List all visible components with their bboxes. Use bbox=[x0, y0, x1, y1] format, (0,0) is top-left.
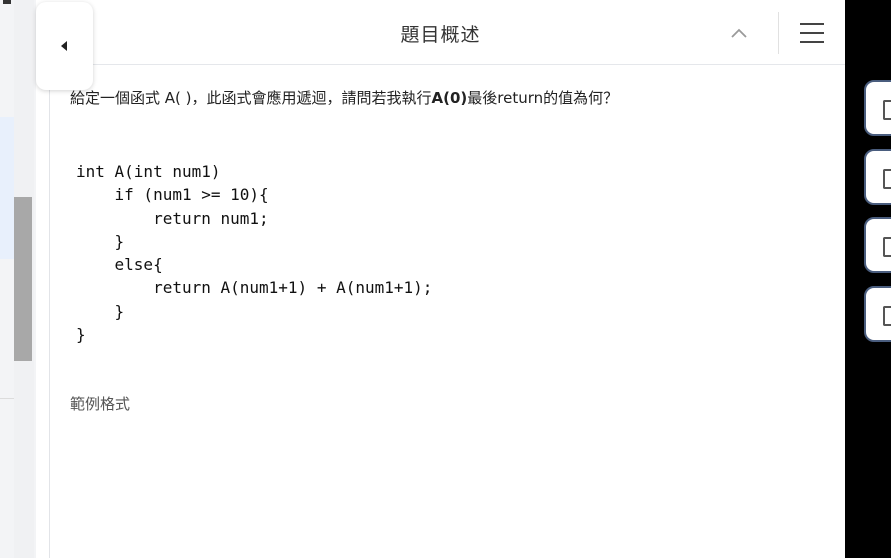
document-icon bbox=[883, 306, 891, 326]
question-text: 給定一個函式 A( )，此函式會應用遞迴，請問若我執行A(0)最後return的… bbox=[70, 87, 618, 108]
code-block: int A(int num1) if (num1 >= 10){ return … bbox=[76, 160, 432, 346]
left-selected-region bbox=[0, 117, 14, 259]
collapse-panel-button[interactable] bbox=[36, 2, 93, 90]
left-divider bbox=[0, 398, 14, 399]
example-format-label: 範例格式 bbox=[70, 395, 131, 413]
code-line: } bbox=[76, 231, 125, 251]
code-line: } bbox=[76, 301, 125, 321]
left-edge-mark bbox=[3, 0, 11, 4]
code-line: int A(int num1) bbox=[76, 162, 221, 181]
panel-header: 題目概述 bbox=[36, 0, 845, 65]
page-title: 題目概述 bbox=[400, 24, 481, 46]
chevron-up-icon[interactable] bbox=[728, 22, 750, 44]
left-scrollbar-thumb[interactable] bbox=[14, 197, 32, 361]
code-line: else{ bbox=[76, 255, 163, 275]
side-tab-3[interactable] bbox=[864, 217, 891, 273]
caret-left-icon bbox=[60, 41, 67, 51]
header-separator bbox=[778, 12, 779, 54]
document-icon bbox=[883, 169, 891, 189]
side-tab-4[interactable] bbox=[864, 286, 891, 342]
question-call: A(0) bbox=[431, 89, 468, 107]
hamburger-menu-icon[interactable] bbox=[798, 20, 826, 46]
document-icon bbox=[883, 100, 891, 120]
side-tab-1[interactable] bbox=[864, 80, 891, 136]
panel-left-border bbox=[49, 64, 50, 558]
code-line: return num1; bbox=[76, 208, 269, 228]
code-line: if (num1 >= 10){ bbox=[76, 185, 269, 205]
side-tab-2[interactable] bbox=[864, 149, 891, 205]
code-line: return A(num1+1) + A(num1+1); bbox=[76, 278, 433, 298]
document-icon bbox=[883, 237, 891, 257]
code-line: } bbox=[76, 325, 86, 345]
question-suffix: 最後return的值為何？ bbox=[467, 89, 619, 107]
question-prefix: 給定一個函式 A( )，此函式會應用遞迴，請問若我執行 bbox=[70, 89, 432, 107]
